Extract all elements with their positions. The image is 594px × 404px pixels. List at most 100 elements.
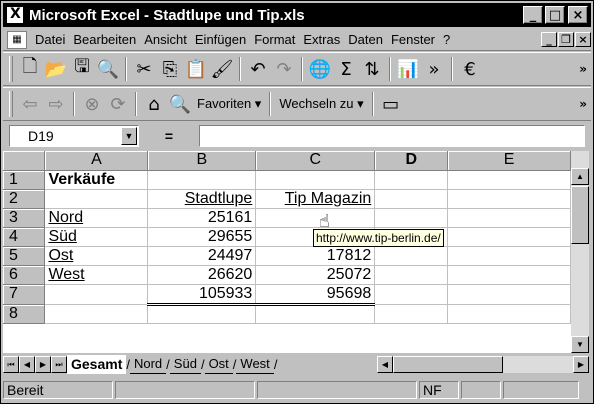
- undo-icon[interactable]: ↶: [245, 56, 271, 82]
- new-icon[interactable]: 🗋: [17, 56, 43, 82]
- tab-ost[interactable]: Ost: [204, 355, 233, 374]
- menu-daten[interactable]: Daten: [344, 32, 387, 47]
- cell-a7[interactable]: [44, 284, 149, 305]
- cut-icon[interactable]: ✂: [131, 56, 157, 82]
- chevron-down-icon[interactable]: ▼: [121, 127, 137, 145]
- hyperlink-icon[interactable]: 🌐: [307, 56, 333, 82]
- scroll-right-icon[interactable]: ▶: [573, 356, 589, 373]
- formula-input[interactable]: [199, 125, 585, 147]
- cell-d5[interactable]: [374, 246, 449, 266]
- cell-e5[interactable]: [447, 246, 571, 266]
- column-header-a[interactable]: A: [44, 151, 149, 171]
- cell-a3-hyperlink[interactable]: Nord: [44, 208, 149, 228]
- cell-e7[interactable]: [447, 284, 571, 305]
- title-bar[interactable]: Microsoft Excel - Stadtlupe und Tip.xls …: [3, 3, 591, 27]
- autosum-icon[interactable]: Σ: [333, 56, 359, 82]
- cell-a5-hyperlink[interactable]: Ost: [44, 246, 149, 266]
- show-web-toolbar-icon[interactable]: ▭: [378, 91, 404, 117]
- scroll-thumb[interactable]: [571, 186, 589, 244]
- cell-c6[interactable]: 25072: [255, 265, 376, 285]
- cell-e6[interactable]: [447, 265, 571, 285]
- open-icon[interactable]: 📂: [43, 56, 69, 82]
- scroll-thumb[interactable]: [393, 356, 503, 373]
- row-header[interactable]: 1: [3, 170, 46, 190]
- favorites-menu[interactable]: Favoriten ▾: [193, 96, 265, 112]
- scroll-left-icon[interactable]: ◀: [377, 356, 393, 373]
- tab-gesamt[interactable]: Gesamt: [67, 355, 127, 374]
- cell-d8[interactable]: [374, 304, 449, 324]
- search-web-icon[interactable]: 🔍: [167, 91, 193, 117]
- formula-equals-button[interactable]: =: [139, 128, 199, 144]
- column-header-d[interactable]: D: [374, 151, 449, 171]
- row-header[interactable]: 5: [3, 246, 46, 266]
- prev-sheet-icon[interactable]: ◀: [19, 356, 35, 373]
- menu-einfuegen[interactable]: Einfügen: [191, 32, 250, 47]
- cell-d7[interactable]: [374, 284, 449, 305]
- menu-fenster[interactable]: Fenster: [387, 32, 439, 47]
- tab-nord[interactable]: Nord: [129, 355, 167, 374]
- cell-b7-total[interactable]: 105933: [147, 283, 257, 306]
- menu-format[interactable]: Format: [250, 32, 299, 47]
- cell-a8[interactable]: [44, 304, 149, 324]
- chart-wizard-icon[interactable]: 📊: [395, 56, 421, 82]
- maximize-button[interactable]: □: [545, 6, 565, 24]
- stop-icon[interactable]: ⊗: [79, 91, 105, 117]
- tab-sued[interactable]: Süd: [169, 355, 201, 374]
- cell-c5[interactable]: 17812: [255, 246, 376, 266]
- cell-e2[interactable]: [447, 189, 571, 209]
- select-all-corner[interactable]: [3, 151, 46, 171]
- column-header-e[interactable]: E: [447, 151, 571, 171]
- column-header-b[interactable]: B: [147, 151, 257, 171]
- doc-minimize-button[interactable]: _: [541, 32, 557, 47]
- cell-d2[interactable]: [374, 189, 449, 209]
- cell-e4[interactable]: [447, 227, 571, 247]
- row-header[interactable]: 8: [3, 304, 46, 324]
- cell-e8[interactable]: [447, 304, 571, 324]
- cell-a4-hyperlink[interactable]: Süd: [44, 227, 149, 247]
- cell-e1[interactable]: [447, 170, 571, 190]
- excel-app-icon[interactable]: [6, 6, 24, 24]
- row-header[interactable]: 4: [3, 227, 46, 247]
- save-icon[interactable]: 🖫: [69, 56, 95, 82]
- doc-close-button[interactable]: ×: [575, 32, 591, 47]
- cell-b4[interactable]: 29655: [147, 227, 257, 247]
- cell-e3[interactable]: [447, 208, 571, 228]
- menu-ansicht[interactable]: Ansicht: [140, 32, 191, 47]
- cell-c8[interactable]: [255, 304, 376, 324]
- cell-b8[interactable]: [147, 304, 257, 324]
- format-painter-icon[interactable]: 🖌: [209, 56, 235, 82]
- next-sheet-icon[interactable]: ▶: [35, 356, 51, 373]
- horizontal-scrollbar[interactable]: ◀ ▶: [377, 356, 589, 373]
- last-sheet-icon[interactable]: ⏭: [51, 356, 67, 373]
- cell-a6-hyperlink[interactable]: West: [44, 265, 149, 285]
- row-header[interactable]: 6: [3, 265, 46, 285]
- cell-a2[interactable]: [44, 189, 149, 209]
- cell-b2-hyperlink[interactable]: Stadtlupe: [147, 189, 257, 209]
- cell-d1[interactable]: [374, 170, 449, 190]
- cell-d3[interactable]: [374, 208, 449, 228]
- print-preview-icon[interactable]: 🔍: [95, 56, 121, 82]
- forward-icon[interactable]: ⇨: [43, 91, 69, 117]
- menu-datei[interactable]: Datei: [31, 32, 69, 47]
- cell-b3[interactable]: 25161: [147, 208, 257, 228]
- menu-bearbeiten[interactable]: Bearbeiten: [69, 32, 140, 47]
- row-header[interactable]: 7: [3, 284, 46, 305]
- cell-c3[interactable]: [255, 208, 376, 228]
- cell-b6[interactable]: 26620: [147, 265, 257, 285]
- menu-extras[interactable]: Extras: [299, 32, 344, 47]
- column-header-c[interactable]: C: [255, 151, 376, 171]
- toolbar-grip[interactable]: [9, 91, 13, 117]
- row-header[interactable]: 3: [3, 208, 46, 228]
- cell-c1[interactable]: [255, 170, 376, 190]
- menu-help[interactable]: ?: [439, 32, 454, 47]
- paste-icon[interactable]: 📋: [183, 56, 209, 82]
- vertical-scrollbar[interactable]: ▲ ▼: [571, 151, 589, 353]
- redo-icon[interactable]: ↷: [271, 56, 297, 82]
- copy-icon[interactable]: ⎘: [157, 56, 183, 82]
- home-icon[interactable]: ⌂: [141, 91, 167, 117]
- euro-icon[interactable]: €: [457, 56, 483, 82]
- sort-ascending-icon[interactable]: ⇅: [359, 56, 385, 82]
- name-box[interactable]: D19 ▼: [9, 125, 139, 147]
- close-button[interactable]: ×: [568, 6, 588, 24]
- scroll-down-icon[interactable]: ▼: [571, 336, 589, 353]
